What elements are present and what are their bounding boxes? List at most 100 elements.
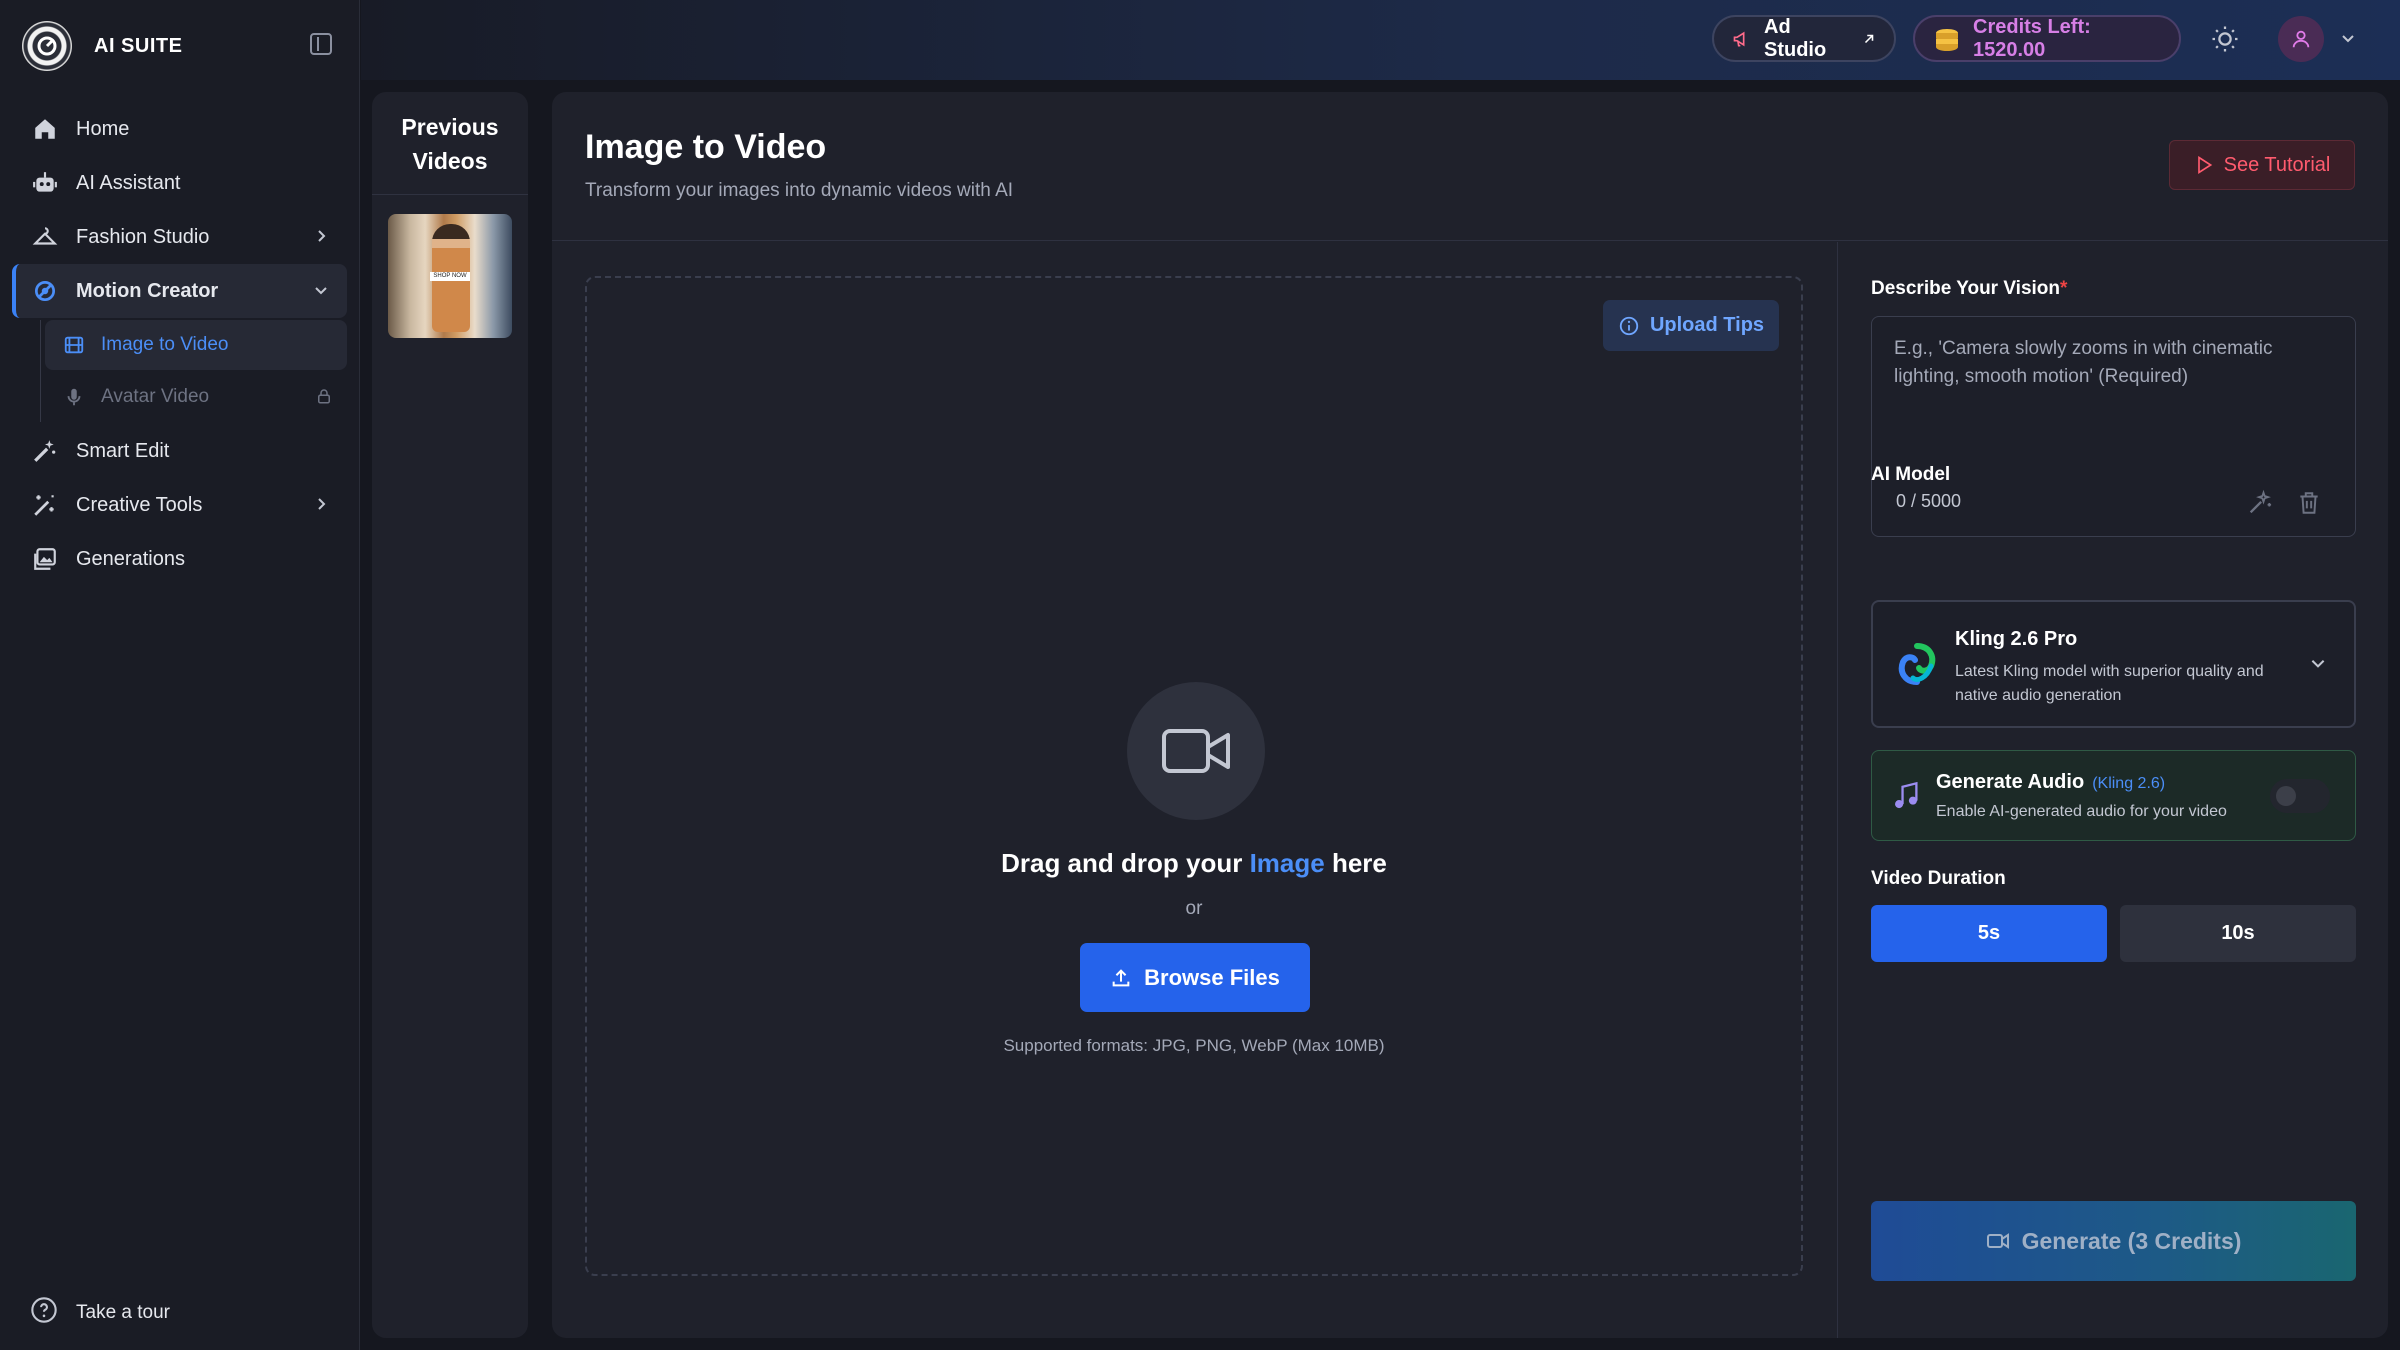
credits-label: Credits Left: 1520.00 <box>1973 15 2091 61</box>
upload-icon <box>1110 967 1132 989</box>
previous-video-thumbnail[interactable]: SHOP NOW <box>388 214 512 338</box>
magic-wand-icon <box>30 436 60 466</box>
sidebar-item-motion-creator[interactable]: Motion Creator <box>12 264 347 318</box>
required-mark: * <box>2060 278 2068 299</box>
generate-label: Generate (3 Credits) <box>2021 1227 2242 1254</box>
upload-tips-button[interactable]: Upload Tips <box>1603 300 1779 351</box>
wand-sparkle-icon <box>30 490 60 520</box>
motion-creator-submenu: Image to Video Avatar Video <box>40 320 347 422</box>
generate-audio-toggle[interactable] <box>2270 779 2330 813</box>
page-title: Image to Video <box>585 128 827 166</box>
sidebar-item-fashion-studio[interactable]: Fashion Studio <box>12 210 347 264</box>
sidebar-collapse-icon[interactable] <box>310 33 332 55</box>
sidebar: AI SUITE Home AI Assistant Fashion Studi… <box>0 0 360 1350</box>
microphone-icon <box>61 384 87 410</box>
model-tag: (Kling 2.6) <box>2092 775 2166 792</box>
user-avatar[interactable] <box>2278 16 2324 62</box>
browse-files-button[interactable]: Browse Files <box>1080 943 1310 1012</box>
sidebar-item-smart-edit[interactable]: Smart Edit <box>12 424 347 478</box>
see-tutorial-label: See Tutorial <box>2223 153 2331 176</box>
chevron-right-icon <box>313 495 329 518</box>
external-link-icon <box>1862 32 1876 46</box>
info-icon <box>1618 315 1640 337</box>
sidebar-item-label: Smart Edit <box>76 439 170 462</box>
vision-textarea[interactable] <box>1894 335 2334 435</box>
sidebar-item-label: Motion Creator <box>76 279 219 302</box>
model-description: Latest Kling model with superior quality… <box>1955 663 2264 704</box>
divider <box>1837 242 1838 1338</box>
music-note-icon <box>1892 781 1920 816</box>
motion-icon <box>30 276 60 306</box>
previous-videos-title: Previous Videos <box>401 114 499 174</box>
tour-label: Take a tour <box>76 1302 170 1323</box>
video-camera-icon <box>1986 1231 2010 1251</box>
film-icon <box>61 332 87 358</box>
chevron-down-icon <box>2309 654 2327 677</box>
coins-icon <box>1933 26 1961 52</box>
lock-icon <box>315 387 333 411</box>
ad-studio-label: Ad Studio <box>1764 15 1827 61</box>
previous-videos-panel: Previous Videos SHOP NOW <box>372 92 528 1338</box>
toggle-knob <box>2276 786 2296 806</box>
or-separator: or <box>1185 898 1203 919</box>
supported-formats: Supported formats: JPG, PNG, WebP (Max 1… <box>1003 1036 1385 1055</box>
duration-option-5s[interactable]: 5s <box>1871 905 2107 962</box>
robot-icon <box>30 168 60 198</box>
account-chevron-down-icon[interactable] <box>2340 30 2356 51</box>
gallery-icon <box>30 544 60 574</box>
sidebar-nav: Home AI Assistant Fashion Studio Motion … <box>12 102 347 586</box>
upload-tips-label: Upload Tips <box>1649 314 1765 336</box>
megaphone-icon <box>1732 29 1752 49</box>
page-subtitle: Transform your images into dynamic video… <box>585 180 1014 201</box>
main-panel: Image to Video Transform your images int… <box>552 92 2388 1338</box>
generate-button[interactable]: Generate (3 Credits) <box>1871 1201 2356 1281</box>
take-a-tour-link[interactable]: Take a tour <box>30 1296 170 1330</box>
see-tutorial-button[interactable]: See Tutorial <box>2169 140 2355 190</box>
trash-icon[interactable] <box>2296 489 2322 522</box>
sidebar-subitem-avatar-video[interactable]: Avatar Video <box>45 372 347 422</box>
play-icon <box>2194 155 2214 175</box>
credits-badge[interactable]: Credits Left: 1520.00 <box>1913 15 2181 62</box>
sidebar-subitem-label: Avatar Video <box>101 386 210 407</box>
ai-model-select[interactable]: Kling 2.6 Pro Latest Kling model with su… <box>1871 600 2356 728</box>
theme-toggle-sun-icon[interactable] <box>2210 24 2240 59</box>
vision-field: 0 / 5000 <box>1871 316 2356 537</box>
sidebar-item-label: Home <box>76 117 130 140</box>
generate-audio-description: Enable AI-generated audio for your video <box>1936 803 2227 820</box>
generate-audio-card: Generate Audio (Kling 2.6) Enable AI-gene… <box>1871 750 2356 841</box>
user-icon <box>2292 30 2310 48</box>
video-duration-label: Video Duration <box>1871 868 2006 889</box>
brand[interactable]: AI SUITE <box>22 20 182 72</box>
brand-name: AI SUITE <box>94 34 183 57</box>
image-dropzone[interactable]: Upload Tips Drag and drop your Image her… <box>585 276 1803 1276</box>
drop-instruction: Drag and drop your Image here <box>1001 848 1387 878</box>
enhance-sparkle-icon[interactable] <box>2246 489 2274 522</box>
home-icon <box>30 114 60 144</box>
sidebar-item-creative-tools[interactable]: Creative Tools <box>12 478 347 532</box>
thumbnail-tag: SHOP NOW <box>430 272 470 281</box>
vision-label: Describe Your Vision* <box>1871 278 2068 299</box>
hanger-icon <box>30 222 60 252</box>
ai-model-label: AI Model <box>1871 464 1951 485</box>
sidebar-item-label: Creative Tools <box>76 493 203 516</box>
kling-logo-icon <box>1895 642 1939 691</box>
sidebar-item-generations[interactable]: Generations <box>12 532 347 586</box>
chevron-down-icon <box>313 281 329 304</box>
browse-files-label: Browse Files <box>1144 964 1280 990</box>
logo-icon <box>22 21 72 71</box>
generate-audio-title: Generate Audio (Kling 2.6) <box>1936 771 2166 793</box>
page-header: Image to Video Transform your images int… <box>552 92 2388 241</box>
sidebar-item-label: Generations <box>76 547 185 570</box>
sidebar-subitem-image-to-video[interactable]: Image to Video <box>45 320 347 370</box>
drop-highlight: Image <box>1249 848 1325 878</box>
video-camera-icon <box>1127 682 1265 820</box>
sidebar-item-ai-assistant[interactable]: AI Assistant <box>12 156 347 210</box>
sidebar-subitem-label: Image to Video <box>101 334 229 355</box>
sidebar-item-label: AI Assistant <box>76 171 181 194</box>
sidebar-item-label: Fashion Studio <box>76 225 210 248</box>
sidebar-item-home[interactable]: Home <box>12 102 347 156</box>
ad-studio-button[interactable]: Ad Studio <box>1712 15 1896 62</box>
char-count: 0 / 5000 <box>1896 491 1962 511</box>
model-name: Kling 2.6 Pro <box>1955 628 2078 650</box>
duration-option-10s[interactable]: 10s <box>2120 905 2356 962</box>
